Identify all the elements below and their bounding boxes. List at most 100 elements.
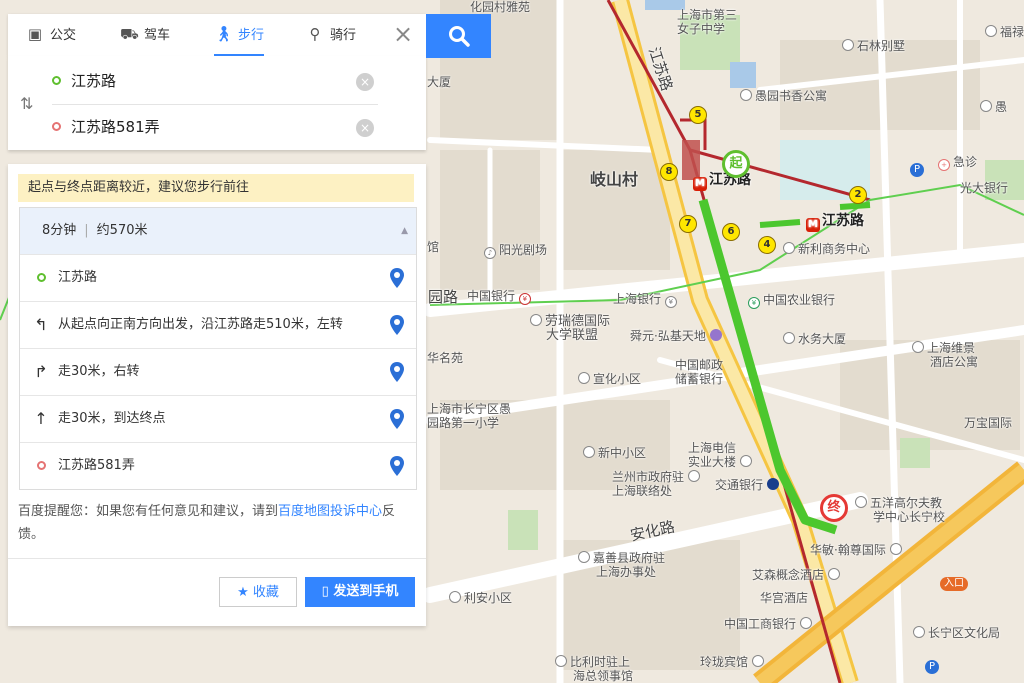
clear-origin-icon[interactable]: ×: [356, 73, 374, 91]
poi-yangguang-theater[interactable]: ♪ 阳光剧场: [484, 243, 547, 259]
feedback-note: 百度提醒您：如果您有任何意见和建议，请到百度地图投诉中心反馈。: [18, 504, 396, 542]
poi-emergency[interactable]: + 急诊: [938, 155, 977, 171]
metro-exit-5[interactable]: 5: [689, 106, 707, 124]
send-to-phone-button[interactable]: ▯ 发送到手机: [305, 577, 415, 607]
locate-pin-icon[interactable]: [390, 409, 404, 429]
route-time: 8分钟: [42, 223, 77, 238]
close-icon[interactable]: ×: [390, 22, 416, 48]
poi-fuxing[interactable]: 福禄: [985, 25, 1024, 39]
poi-agricultural-bank[interactable]: ¥ 中国农业银行: [748, 293, 835, 309]
metro-exit-8[interactable]: 8: [660, 163, 678, 181]
straight-icon: ↑: [34, 409, 48, 428]
metro-exit-2[interactable]: 2: [849, 186, 867, 204]
poi-icbc[interactable]: 中国工商银行: [724, 617, 815, 631]
start-ring-icon: [33, 255, 49, 301]
poi-bank-of-china[interactable]: 中国银行 ¥: [467, 289, 534, 305]
poi-dasha: 大厦: [427, 75, 452, 89]
car-icon: ⛟: [120, 25, 139, 43]
poi-wanbao[interactable]: 万宝国际: [964, 416, 1012, 430]
phone-icon: ▯: [321, 584, 329, 599]
origin-ring-icon: [52, 76, 61, 85]
search-button[interactable]: [426, 14, 491, 58]
poi-aisen[interactable]: 艾森概念酒店: [752, 568, 843, 582]
poi-changning-culture[interactable]: 长宁区文化局: [913, 626, 1000, 640]
step-1[interactable]: ↰ 从起点向正南方向出发，沿江苏路走510米，左转: [20, 301, 416, 348]
poi-shunyuan[interactable]: 舜元·弘基天地: [630, 329, 725, 343]
travel-mode-bar: ▣ 公交 ⛟ 驾车 🚶︎ 步行 ⚲ 骑行 ×: [8, 14, 426, 57]
swap-icon[interactable]: ⇅: [20, 94, 33, 113]
poi-third-girls-school[interactable]: 上海市第三 女子中学: [677, 8, 737, 36]
step-3[interactable]: ↑ 走30米，到达终点: [20, 395, 416, 442]
origin-field[interactable]: 江苏路: [52, 59, 378, 103]
poi-xinli[interactable]: 新利商务中心: [783, 242, 870, 256]
mode-tab-bus[interactable]: ▣ 公交: [26, 14, 76, 54]
star-icon: ★: [237, 585, 249, 600]
poi-belgian-consulate[interactable]: 比利时驻上 海总领事馆: [555, 655, 633, 683]
poi-linglong[interactable]: 玲珑宾馆: [700, 655, 767, 669]
poi-xuanhua[interactable]: 宣化小区: [578, 372, 641, 386]
poi-everbright-bank[interactable]: 光大银行: [960, 181, 1008, 195]
map-label-yuyuanlu: 园路: [428, 288, 459, 306]
route-inputs: ⇅ 江苏路 江苏路581弄 × ×: [8, 56, 426, 150]
poi-yu[interactable]: 愚: [980, 100, 1007, 114]
parking-icon-2[interactable]: P: [910, 163, 924, 177]
bus-icon: ▣: [27, 25, 43, 43]
locate-pin-icon[interactable]: [390, 456, 404, 476]
end-ring-icon: [33, 443, 49, 489]
poi-shanghai-weijing[interactable]: 上海维景 酒店公寓: [912, 341, 978, 369]
route-result: 起点与终点距离较近，建议您步行前往 8分钟 | 约570米 ▲ 江苏路 ↰ 从起点向…: [8, 164, 426, 626]
step-2[interactable]: ↱ 走30米，右转: [20, 348, 416, 395]
route-summary[interactable]: 8分钟 | 约570米 ▲: [20, 208, 416, 254]
mode-tab-walk[interactable]: 🚶︎ 步行: [214, 14, 265, 56]
poi-bank-of-shanghai[interactable]: 上海银行 ¥: [613, 292, 680, 308]
metro-exit-4[interactable]: 4: [758, 236, 776, 254]
walk-suggestion-tip: 起点与终点距离较近，建议您步行前往: [18, 174, 414, 202]
map-label-qishancun: 岐山村: [590, 170, 639, 189]
locate-pin-icon[interactable]: [390, 362, 404, 382]
start-marker[interactable]: 起: [722, 150, 750, 178]
poi-huamingyuan: 华名苑: [427, 351, 464, 365]
poi-yajing: 化园村雅苑: [470, 0, 531, 14]
poi-shuiwu[interactable]: 水务大厦: [783, 332, 846, 346]
poi-gui: 馆: [427, 240, 440, 254]
poi-lanzhou-office[interactable]: 兰州市政府驻 上海联络处: [612, 470, 703, 498]
mode-tab-car[interactable]: ⛟ 驾车: [120, 14, 170, 54]
end-marker[interactable]: 终: [820, 494, 848, 522]
poi-xinzhong[interactable]: 新中小区: [583, 446, 646, 460]
walk-icon: 🚶︎: [214, 25, 234, 43]
bike-icon: ⚲: [309, 25, 321, 43]
metro-exit-6[interactable]: 6: [722, 223, 740, 241]
poi-bank-of-communications[interactable]: 交通银行: [715, 478, 782, 492]
route-steps: 8分钟 | 约570米 ▲ 江苏路 ↰ 从起点向正南方向出发，沿江苏路走510米，左…: [19, 207, 417, 490]
destination-field[interactable]: 江苏路581弄: [52, 104, 378, 149]
locate-pin-icon[interactable]: [390, 268, 404, 288]
poi-yuyuan-primary[interactable]: 上海市长宁区愚 园路第一小学: [427, 402, 511, 430]
collapse-icon[interactable]: ▲: [401, 208, 408, 254]
favorite-button[interactable]: ★ 收藏: [219, 577, 297, 607]
divider: [8, 558, 426, 559]
turn-left-icon: ↰: [34, 315, 48, 334]
parking-icon[interactable]: P: [925, 660, 939, 674]
step-start[interactable]: 江苏路: [20, 254, 416, 301]
poi-yuyuan-apartment[interactable]: 愚园书香公寓: [740, 89, 827, 103]
poi-jiashan-office[interactable]: 嘉善县政府驻 上海办事处: [578, 551, 665, 579]
metro-exit-7[interactable]: 7: [679, 215, 697, 233]
clear-destination-icon[interactable]: ×: [356, 119, 374, 137]
mode-tab-bike[interactable]: ⚲ 骑行: [306, 14, 357, 54]
poi-postal-bank[interactable]: 中国邮政 储蓄银行: [675, 358, 723, 386]
complaint-center-link[interactable]: 百度地图投诉中心: [278, 504, 382, 519]
poi-telecom[interactable]: 上海电信 实业大楼: [688, 441, 755, 469]
poi-laorui[interactable]: 劳瑞德国际 大学联盟: [530, 314, 610, 343]
destination-ring-icon: [52, 122, 61, 131]
step-end[interactable]: 江苏路581弄: [20, 442, 416, 489]
locate-pin-icon[interactable]: [390, 315, 404, 335]
poi-lian[interactable]: 利安小区: [449, 591, 512, 605]
poi-wuyang[interactable]: 五洋高尔夫教 学中心长宁校: [855, 496, 945, 524]
route-distance: 约570米: [96, 223, 148, 238]
search-icon: [448, 25, 470, 47]
metro-station-jiangsulu-2[interactable]: M 江苏路: [806, 214, 864, 232]
turn-right-icon: ↱: [34, 362, 48, 381]
poi-shilin[interactable]: 石林别墅: [842, 39, 905, 53]
poi-huamin[interactable]: 华敏·翰尊国际: [810, 543, 905, 557]
poi-huagong[interactable]: 华宫酒店: [760, 591, 808, 605]
